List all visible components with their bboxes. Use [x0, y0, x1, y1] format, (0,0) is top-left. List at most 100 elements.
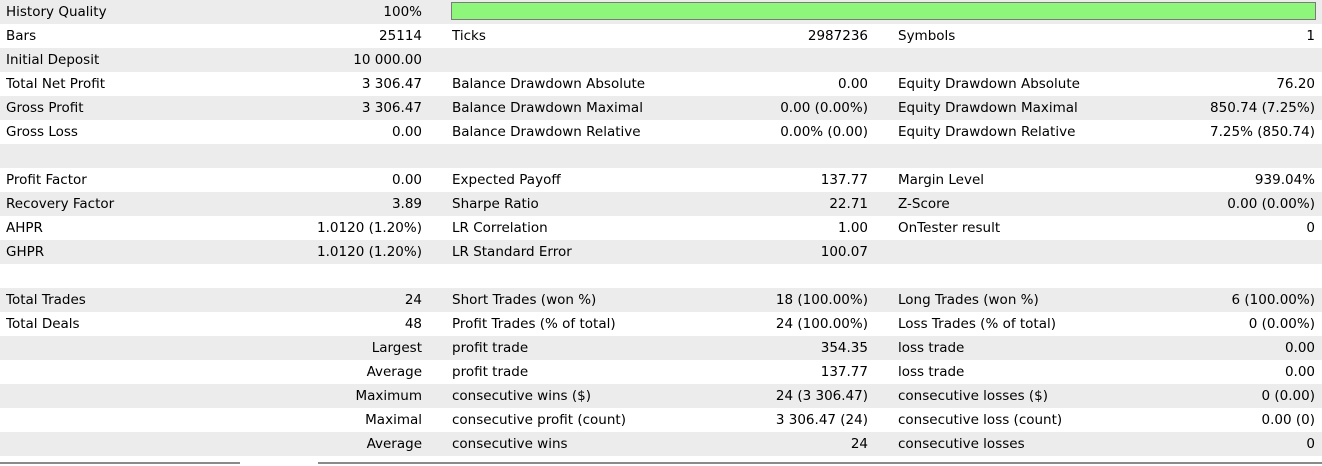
report-row: Average profit trade 137.77 loss trade 0.00 — [0, 360, 1322, 384]
cell-label-3: Symbols — [898, 28, 956, 44]
cell-label-3: loss trade — [898, 364, 965, 380]
cell-value-1: 3 306.47 — [361, 76, 422, 92]
cell-label-1: Total Trades — [6, 292, 86, 308]
backtest-report-table: History Quality 100% Bars 25114 Ticks 2987236… — [0, 0, 1322, 456]
cell-value-2: 137.77 — [820, 172, 868, 188]
report-row: Gross Profit 3 306.47 Balance Drawdown Max… — [0, 96, 1322, 120]
report-row: Maximal consecutive profit (count) 3 306.4… — [0, 408, 1322, 432]
cell-label-3: Margin Level — [898, 172, 985, 188]
report-row: Maximum consecutive wins ($) 24 (3 306.47)… — [0, 384, 1322, 408]
cell-label-2: consecutive wins ($) — [452, 388, 591, 404]
cell-value-3: 939.04% — [1254, 172, 1315, 188]
cell-label-3: Loss Trades (% of total) — [898, 316, 1057, 332]
cell-value-3: 7.25% (850.74) — [1210, 124, 1315, 140]
cell-label-2: Sharpe Ratio — [452, 196, 539, 212]
cell-label-2: LR Standard Error — [452, 244, 572, 260]
report-row: Recovery Factor 3.89 Sharpe Ratio 22.71 Z-Sc… — [0, 192, 1322, 216]
history-quality-value: 100% — [383, 4, 422, 20]
cell-label-1: Bars — [6, 28, 37, 44]
cell-label-3: OnTester result — [898, 220, 1001, 236]
cell-label-2: Expected Payoff — [452, 172, 561, 188]
cell-value-1: 1.0120 (1.20%) — [317, 244, 422, 260]
cell-value-2: 0.00 — [837, 76, 868, 92]
cell-value-1: Average — [366, 436, 422, 452]
horizontal-scrollbar[interactable] — [0, 462, 1322, 466]
cell-value-1: Average — [366, 364, 422, 380]
cell-label-2: consecutive wins — [452, 436, 568, 452]
cell-value-1: 1.0120 (1.20%) — [317, 220, 422, 236]
cell-label-1: AHPR — [6, 220, 43, 236]
cell-label-1: Total Deals — [6, 316, 80, 332]
cell-value-1: 3 306.47 — [361, 100, 422, 116]
cell-label-2: profit trade — [452, 340, 529, 356]
cell-value-3: 1 — [1306, 28, 1315, 44]
cell-value-2: 24 (100.00%) — [775, 316, 868, 332]
cell-value-1: Maximal — [365, 412, 422, 428]
cell-value-2: 22.71 — [829, 196, 868, 212]
cell-value-3: 0.00 — [1284, 364, 1315, 380]
history-quality-bar — [451, 2, 1316, 20]
cell-label-2: Profit Trades (% of total) — [452, 316, 616, 332]
history-quality-label: History Quality — [6, 4, 107, 20]
cell-value-1: Largest — [371, 340, 422, 356]
cell-value-2: 18 (100.00%) — [775, 292, 868, 308]
cell-value-1: 3.89 — [391, 196, 422, 212]
cell-label-3: loss trade — [898, 340, 965, 356]
cell-label-2: Short Trades (won %) — [452, 292, 597, 308]
cell-label-1: Profit Factor — [6, 172, 87, 188]
cell-value-2: 100.07 — [820, 244, 868, 260]
cell-label-3: consecutive losses ($) — [898, 388, 1049, 404]
cell-value-2: 0.00 (0.00%) — [780, 100, 868, 116]
scrollbar-track-left — [0, 462, 240, 464]
cell-value-1: 25114 — [379, 28, 422, 44]
cell-label-2: profit trade — [452, 364, 529, 380]
cell-label-2: Balance Drawdown Maximal — [452, 100, 643, 116]
cell-value-3: 0 — [1306, 220, 1315, 236]
cell-value-3: 0 (0.00%) — [1248, 316, 1315, 332]
cell-label-3: consecutive losses — [898, 436, 1025, 452]
cell-value-1: Maximum — [355, 388, 422, 404]
cell-label-1: Total Net Profit — [6, 76, 106, 92]
cell-label-3: consecutive loss (count) — [898, 412, 1063, 428]
cell-value-3: 76.20 — [1276, 76, 1315, 92]
report-row — [0, 144, 1322, 168]
cell-label-1: Gross Loss — [6, 124, 78, 140]
cell-value-2: 0.00% (0.00) — [780, 124, 868, 140]
cell-value-2: 2987236 — [807, 28, 868, 44]
cell-label-1: Initial Deposit — [6, 52, 100, 68]
cell-value-3: 0 — [1306, 436, 1315, 452]
cell-label-1: GHPR — [6, 244, 45, 260]
report-row: Total Deals 48 Profit Trades (% of total) 2… — [0, 312, 1322, 336]
cell-value-1: 10 000.00 — [353, 52, 422, 68]
cell-label-3: Equity Drawdown Relative — [898, 124, 1076, 140]
report-row: Profit Factor 0.00 Expected Payoff 137.77 Ma… — [0, 168, 1322, 192]
cell-value-3: 0.00 — [1284, 340, 1315, 356]
cell-value-3: 0.00 (0) — [1261, 412, 1315, 428]
report-row: Total Net Profit 3 306.47 Balance Drawdown… — [0, 72, 1322, 96]
cell-label-3: Long Trades (won %) — [898, 292, 1039, 308]
cell-value-2: 137.77 — [820, 364, 868, 380]
report-row: Total Trades 24 Short Trades (won %) 18 (10… — [0, 288, 1322, 312]
cell-label-1: Gross Profit — [6, 100, 84, 116]
cell-value-3: 0 (0.00) — [1261, 388, 1315, 404]
cell-value-2: 24 (3 306.47) — [775, 388, 868, 404]
cell-label-2: Ticks — [452, 28, 486, 44]
cell-value-1: 48 — [404, 316, 422, 332]
cell-value-3: 850.74 (7.25%) — [1210, 100, 1315, 116]
cell-label-3: Equity Drawdown Maximal — [898, 100, 1078, 116]
cell-label-2: Balance Drawdown Relative — [452, 124, 641, 140]
cell-label-3: Z-Score — [898, 196, 950, 212]
cell-label-2: Balance Drawdown Absolute — [452, 76, 646, 92]
report-row: Average consecutive wins 24 consecutive los… — [0, 432, 1322, 456]
scrollbar-track-right — [318, 462, 1322, 464]
report-row: Bars 25114 Ticks 2987236 Symbols 1 — [0, 24, 1322, 48]
report-row — [0, 264, 1322, 288]
cell-value-1: 0.00 — [391, 124, 422, 140]
report-row: Gross Loss 0.00 Balance Drawdown Relative 0… — [0, 120, 1322, 144]
cell-value-2: 1.00 — [837, 220, 868, 236]
cell-value-1: 24 — [404, 292, 422, 308]
cell-value-1: 0.00 — [391, 172, 422, 188]
cell-value-3: 0.00 (0.00%) — [1227, 196, 1315, 212]
report-row: GHPR 1.0120 (1.20%) LR Standard Error 100.0… — [0, 240, 1322, 264]
cell-value-2: 3 306.47 (24) — [775, 412, 868, 428]
